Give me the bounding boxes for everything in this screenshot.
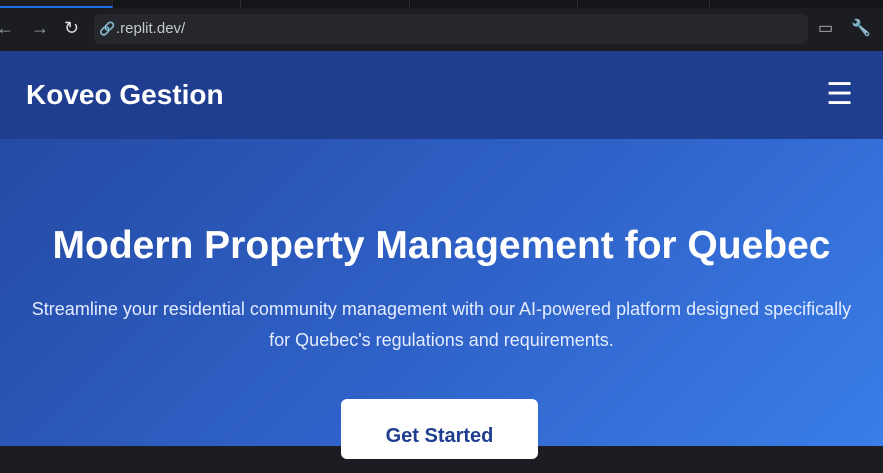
tab[interactable]	[241, 0, 410, 8]
link-icon: 🔗	[99, 21, 116, 36]
tab[interactable]	[113, 0, 241, 8]
url-text: .replit.dev/	[116, 20, 186, 37]
tab[interactable]	[410, 0, 578, 8]
get-started-button[interactable]: Get Started	[341, 399, 538, 459]
back-icon[interactable]: ←	[0, 18, 14, 39]
tab[interactable]	[578, 0, 710, 8]
reload-icon[interactable]: ↻	[64, 18, 79, 39]
page: Koveo Gestion ☰ Modern Property Manageme…	[0, 51, 883, 459]
site-header: Koveo Gestion ☰	[0, 51, 883, 139]
browser-tabs	[0, 0, 883, 8]
browser-toolbar: ← → ↻ 🔗 .replit.dev/ ▭ 🔧	[0, 8, 883, 50]
wrench-icon[interactable]: 🔧	[851, 18, 871, 38]
forward-icon[interactable]: →	[31, 18, 49, 39]
hamburger-menu-icon[interactable]: ☰	[826, 80, 853, 110]
hero-subtitle: Streamline your residential community ma…	[31, 299, 852, 350]
device-toolbar-icon[interactable]: ▭	[818, 18, 833, 38]
brand-logo[interactable]: Koveo Gestion	[26, 79, 224, 111]
address-bar[interactable]: 🔗 .replit.dev/	[94, 14, 808, 44]
tab-active[interactable]	[0, 0, 113, 8]
hero-title: Modern Property Management for Quebec	[52, 224, 831, 267]
